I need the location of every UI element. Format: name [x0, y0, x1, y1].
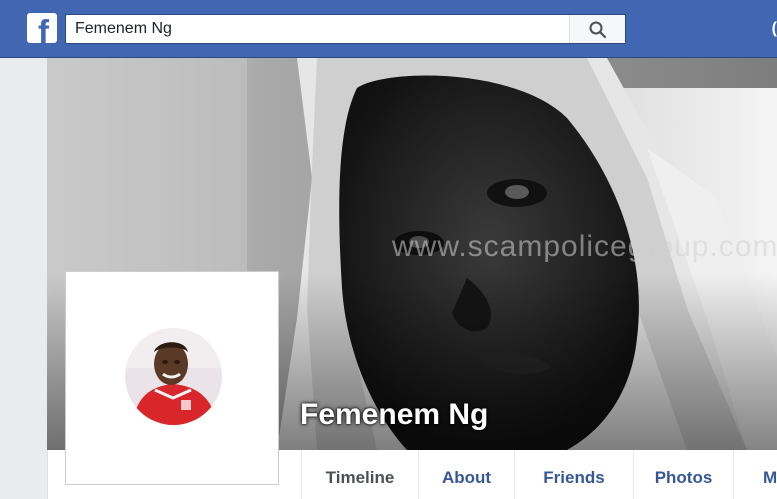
- tab-timeline[interactable]: Timeline: [301, 450, 418, 499]
- profile-name[interactable]: Femenem Ng: [300, 398, 488, 432]
- search-input[interactable]: [66, 15, 570, 43]
- avatar: [125, 328, 222, 425]
- search-button[interactable]: [569, 15, 625, 43]
- profile-picture-frame[interactable]: [65, 271, 279, 485]
- tab-friends[interactable]: Friends: [514, 450, 633, 499]
- topbar-overflow-item[interactable]: (: [772, 20, 777, 38]
- top-navigation-bar: f (: [0, 0, 777, 58]
- left-gutter: [0, 58, 47, 499]
- tab-label: Timeline: [325, 468, 395, 487]
- tab-photos[interactable]: Photos: [633, 450, 733, 499]
- search-icon: [589, 21, 607, 39]
- tab-label: M: [763, 468, 777, 487]
- logo-letter: f: [38, 13, 49, 44]
- tab-more[interactable]: M: [733, 450, 777, 499]
- tab-label: About: [441, 468, 492, 487]
- tab-label: Photos: [654, 468, 713, 487]
- search-bar: [65, 14, 626, 44]
- facebook-logo-icon[interactable]: f: [27, 13, 57, 43]
- cover-watermark: www.scampolicegroup.com: [392, 230, 777, 263]
- tab-label: Friends: [543, 468, 605, 487]
- tab-about[interactable]: About: [418, 450, 514, 499]
